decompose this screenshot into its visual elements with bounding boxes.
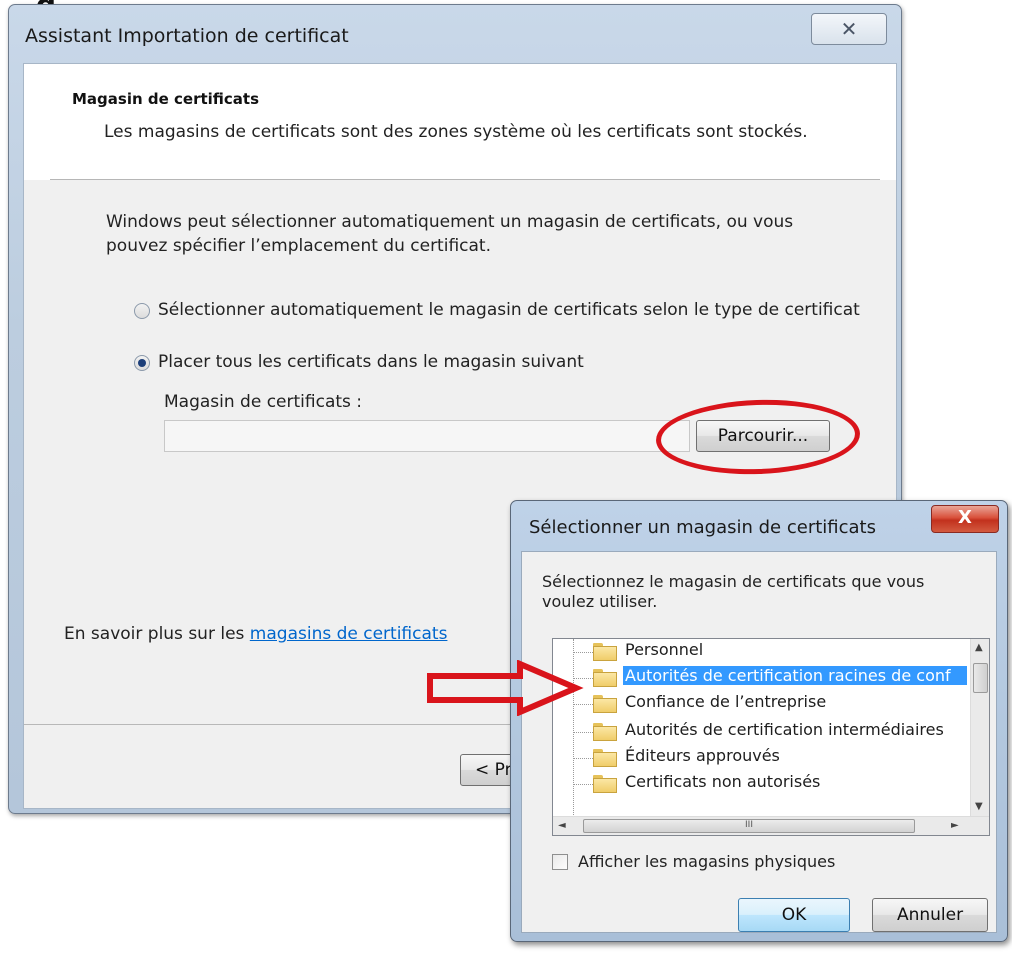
dialog-prompt: Sélectionnez le magasin de certificats q… <box>542 572 925 611</box>
scroll-right-icon[interactable]: ► <box>951 820 959 831</box>
scroll-grip-icon: III <box>745 820 753 830</box>
scroll-down-icon[interactable]: ▼ <box>975 801 983 812</box>
wizard-close-button[interactable]: ✕ <box>811 13 887 45</box>
tree-item-label: Confiance de l’entreprise <box>625 692 827 711</box>
show-physical-label: Afficher les magasins physiques <box>578 852 836 871</box>
folder-icon <box>593 669 617 687</box>
cancel-button[interactable]: Annuler <box>872 898 988 932</box>
page-description: Les magasins de certificats sont des zon… <box>104 122 808 142</box>
tree-item-label: Autorités de certification racines de co… <box>623 666 967 685</box>
show-physical-checkbox[interactable] <box>552 854 568 870</box>
tree-item-trusted-publishers[interactable]: Éditeurs approuvés <box>553 745 963 771</box>
radio-button-manual[interactable] <box>134 355 150 371</box>
radio-label-automatic: Sélectionner automatiquement le magasin … <box>158 300 860 320</box>
tree-item-label: Éditeurs approuvés <box>625 746 780 765</box>
close-icon: ✕ <box>840 17 858 41</box>
dialog-close-button[interactable]: X <box>931 505 999 533</box>
store-input[interactable] <box>164 420 690 452</box>
tree-item-intermediate[interactable]: Autorités de certification intermédiaire… <box>553 719 963 745</box>
tree-item-label: Certificats non autorisés <box>625 772 821 791</box>
folder-icon <box>593 775 617 793</box>
tree-item-label: Autorités de certification intermédiaire… <box>625 720 944 739</box>
radio-selected-dot <box>138 359 146 367</box>
intro-text: Windows peut sélectionner automatiquemen… <box>106 212 794 256</box>
store-tree-list[interactable]: Personnel Autorités de certification rac… <box>552 638 990 836</box>
folder-icon <box>593 643 617 661</box>
learn-more-prefix: En savoir plus sur les <box>64 624 250 644</box>
page-title: Magasin de certificats <box>72 90 260 108</box>
vertical-scrollbar[interactable]: ▲ ▼ <box>970 639 989 817</box>
horizontal-scrollbar[interactable]: ◄ III ► <box>553 816 989 835</box>
tree-connector <box>573 784 593 786</box>
ok-button[interactable]: OK <box>738 898 850 932</box>
close-icon: X <box>958 507 972 528</box>
tree-item-trusted-root[interactable]: Autorités de certification racines de co… <box>553 665 967 691</box>
folder-icon <box>593 723 617 741</box>
learn-more-text: En savoir plus sur les magasins de certi… <box>64 624 447 644</box>
tree-connector <box>573 652 593 654</box>
tree-connector <box>573 732 593 734</box>
wizard-title: Assistant Importation de certificat <box>25 25 349 47</box>
tree-item-enterprise-trust[interactable]: Confiance de l’entreprise <box>553 691 963 717</box>
tree-item-label: Personnel <box>625 640 704 659</box>
radio-button-automatic[interactable] <box>134 303 150 319</box>
tree-item-personnel[interactable]: Personnel <box>553 639 963 665</box>
select-store-dialog: Sélectionner un magasin de certificats X… <box>510 500 1008 942</box>
tree-connector <box>573 758 593 760</box>
vertical-scroll-thumb[interactable] <box>973 663 988 693</box>
folder-icon <box>593 695 617 713</box>
scroll-left-icon[interactable]: ◄ <box>558 820 566 831</box>
tree-item-untrusted[interactable]: Certificats non autorisés <box>553 771 963 797</box>
horizontal-scroll-thumb[interactable]: III <box>583 819 915 833</box>
learn-more-link[interactable]: magasins de certificats <box>250 624 448 644</box>
folder-icon <box>593 749 617 767</box>
store-field-label: Magasin de certificats : <box>164 392 363 412</box>
wizard-header: Magasin de certificats Les magasins de c… <box>24 64 896 180</box>
scroll-up-icon[interactable]: ▲ <box>975 642 983 653</box>
radio-label-manual: Placer tous les certificats dans le maga… <box>158 352 584 372</box>
dialog-body: Sélectionnez le magasin de certificats q… <box>521 551 997 933</box>
annotation-arrow <box>427 660 584 716</box>
header-divider <box>50 179 880 180</box>
dialog-title: Sélectionner un magasin de certificats <box>529 517 876 538</box>
